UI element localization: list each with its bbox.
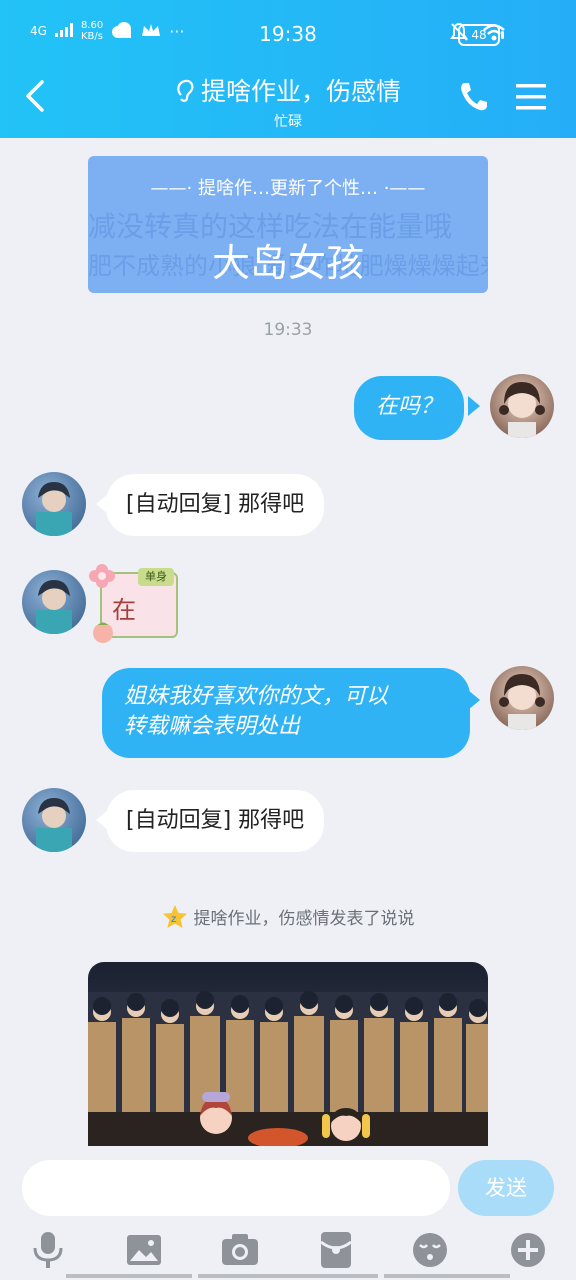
- battery-indicator: 48: [458, 24, 504, 46]
- friend-avatar[interactable]: [22, 570, 86, 634]
- my-avatar[interactable]: [490, 374, 554, 438]
- plus-icon[interactable]: [508, 1230, 548, 1270]
- send-button[interactable]: 发送: [458, 1160, 554, 1216]
- qzone-notice-text: 提啥作业，伤感情发表了说说: [193, 909, 415, 929]
- nav-indicator: [66, 1274, 192, 1278]
- red-packet-icon[interactable]: [316, 1230, 356, 1270]
- chat-title-text: 提啥作业，伤感情: [200, 77, 401, 106]
- nav-indicator: [384, 1274, 510, 1278]
- message-timestamp: 19:33: [263, 320, 313, 340]
- ear-icon: [175, 77, 195, 109]
- banner-main-text: 大岛女孩: [211, 241, 364, 285]
- bubble-tail: [468, 690, 480, 710]
- qzone-post-notice[interactable]: z 提啥作业，伤感情发表了说说: [0, 904, 576, 935]
- signature-update-banner[interactable]: 减没转真的这样吃法在能量哦 肥不成熟的小狼 爱咋咋地肥燥燥燥起来 ——· 提啥作…: [88, 156, 488, 293]
- status-bar: 4G 8.60 KB/s ··· 19:38 48: [0, 0, 576, 64]
- microphone-icon[interactable]: [28, 1230, 68, 1270]
- qzone-star-icon: z: [162, 904, 188, 935]
- nav-indicator: [198, 1274, 378, 1278]
- peach-icon: [90, 620, 116, 648]
- image-icon[interactable]: [124, 1230, 164, 1270]
- message-bubble-outgoing[interactable]: 姐妹我好喜欢你的文，可以 转载嘛会表明处出: [102, 668, 470, 758]
- flower-icon: [88, 562, 116, 594]
- menu-icon[interactable]: [516, 84, 546, 114]
- svg-text:z: z: [171, 914, 176, 925]
- banner-headline: ——· 提啥作…更新了个性… ·——: [150, 178, 426, 199]
- chat-status-subtitle: 忙碌: [274, 114, 302, 130]
- friend-avatar[interactable]: [22, 788, 86, 852]
- camera-icon[interactable]: [220, 1230, 260, 1270]
- message-text: 在吗？: [376, 394, 443, 419]
- phone-icon[interactable]: [458, 80, 488, 116]
- bubble-tail: [468, 396, 480, 416]
- chat-header: 4G 8.60 KB/s ··· 19:38 48 提啥作业，伤感情 忙碌: [0, 0, 576, 138]
- message-bubble-incoming[interactable]: [自动回复] 那得吧: [106, 474, 325, 536]
- shared-post-photo[interactable]: [88, 962, 488, 1150]
- message-bubble-outgoing[interactable]: 在吗？: [354, 376, 465, 440]
- sticker-message[interactable]: 单身 在: [88, 562, 188, 648]
- message-input[interactable]: [22, 1160, 450, 1216]
- message-text: [自动回复] 那得吧: [126, 808, 305, 833]
- emoji-icon[interactable]: [410, 1230, 450, 1270]
- cartoon-avatar-right-icon: [320, 1100, 372, 1150]
- my-avatar[interactable]: [490, 666, 554, 730]
- composer-bar: 发送: [0, 1146, 576, 1280]
- message-text: [自动回复] 那得吧: [126, 492, 305, 517]
- chat-title: 提啥作业，伤感情: [0, 72, 576, 109]
- chat-title-area[interactable]: 提啥作业，伤感情 忙碌: [0, 72, 576, 131]
- message-text-line-2: 转载嘛会表明处出: [124, 714, 301, 739]
- composer-toolbar: [0, 1230, 576, 1270]
- sticker-tag: 单身: [138, 568, 174, 586]
- cartoon-avatar-left-icon: [192, 1090, 240, 1150]
- friend-avatar[interactable]: [22, 472, 86, 536]
- message-text-line-1: 姐妹我好喜欢你的文，可以: [124, 684, 389, 709]
- message-bubble-incoming[interactable]: [自动回复] 那得吧: [106, 790, 325, 852]
- stage-group-image: [88, 991, 488, 1150]
